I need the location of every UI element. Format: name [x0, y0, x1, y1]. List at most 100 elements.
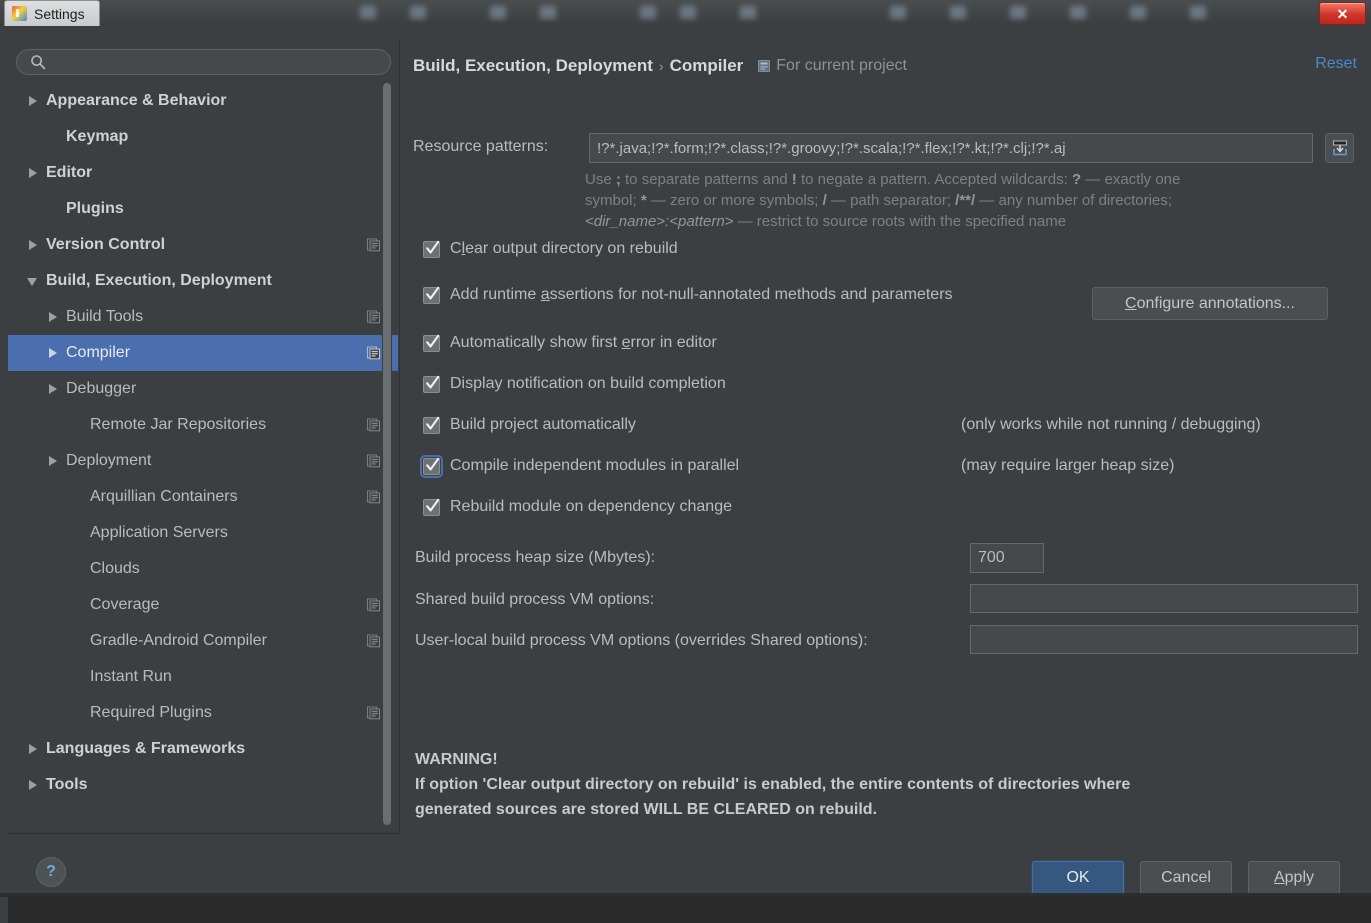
- checkbox-label: Display notification on build completion: [450, 375, 726, 393]
- checkbox-build-project-automatically[interactable]: Build project automatically: [423, 414, 636, 436]
- sidebar-item-application-servers[interactable]: Application Servers: [8, 515, 398, 551]
- warning-text: WARNING! If option 'Clear output directo…: [415, 747, 1315, 822]
- background-windows-blur: [110, 0, 1270, 26]
- apply-mnemonic: A: [1273, 869, 1285, 886]
- sidebar-item-gradle-android-compiler[interactable]: Gradle-Android Compiler: [8, 623, 398, 659]
- dialog-footer: ? OK Cancel Apply: [0, 834, 1371, 897]
- sidebar-scrollbar[interactable]: [382, 83, 392, 825]
- chevron-right-icon[interactable]: [46, 346, 60, 360]
- chevron-right-icon[interactable]: [46, 310, 60, 324]
- scope-label: For current project: [776, 57, 907, 74]
- sidebar-item-debugger[interactable]: Debugger: [8, 371, 398, 407]
- heap-size-input[interactable]: [970, 543, 1044, 573]
- help-line-1: Use ; to separate patterns and ! to nega…: [585, 171, 1181, 188]
- checkbox-display-notification-on-build[interactable]: Display notification on build completion: [423, 373, 726, 395]
- sidebar-item-build-tools[interactable]: Build Tools: [8, 299, 398, 335]
- help-icon[interactable]: ?: [36, 857, 66, 887]
- sidebar-item-editor[interactable]: Editor: [8, 155, 398, 191]
- chevron-right-icon[interactable]: [26, 778, 40, 792]
- checkmark-icon[interactable]: [420, 454, 443, 478]
- reset-link[interactable]: Reset: [1315, 55, 1357, 73]
- sidebar-item-coverage[interactable]: Coverage: [8, 587, 398, 623]
- checkbox-rebuild-module-on-dependency[interactable]: Rebuild module on dependency change: [423, 496, 732, 518]
- project-settings-badge-icon: [367, 634, 380, 648]
- checkbox-note: (only works while not running / debuggin…: [961, 416, 1261, 433]
- breadcrumb-parent[interactable]: Build, Execution, Deployment: [413, 56, 653, 76]
- close-icon[interactable]: ✕: [1319, 2, 1366, 25]
- apply-button[interactable]: Apply: [1248, 861, 1340, 895]
- checkbox-label-pre: Automatically show first: [450, 334, 622, 351]
- checkmark-icon[interactable]: [423, 286, 440, 304]
- sidebar-item-deployment[interactable]: Deployment: [8, 443, 398, 479]
- sidebar-item-version-control[interactable]: Version Control: [8, 227, 398, 263]
- checkbox-label: Clear output directory on rebuild: [450, 240, 678, 258]
- checkmark-icon[interactable]: [423, 375, 440, 393]
- checkbox-automatically-show-first-error[interactable]: Automatically show first error in editor: [423, 332, 717, 354]
- ok-button[interactable]: OK: [1032, 861, 1124, 895]
- chevron-right-icon[interactable]: [26, 94, 40, 108]
- help-line-2: symbol; * — zero or more symbols; / — pa…: [585, 192, 1172, 209]
- checkbox-label-post: ssertions for not-null-annotated methods…: [549, 286, 953, 303]
- sidebar-item-keymap[interactable]: Keymap: [8, 119, 398, 155]
- chevron-down-icon[interactable]: [26, 274, 40, 288]
- sidebar-item-plugins[interactable]: Plugins: [8, 191, 398, 227]
- checkbox-label-post: rror in editor: [630, 334, 717, 351]
- shared-vm-options-input[interactable]: [970, 584, 1358, 613]
- checkbox-label: Add runtime assertions for not-null-anno…: [450, 286, 953, 304]
- checkmark-icon[interactable]: [423, 240, 440, 258]
- import-settings-icon[interactable]: [1325, 133, 1354, 163]
- sidebar-item-label: Coverage: [90, 596, 160, 613]
- sidebar-item-remote-jar-repositories[interactable]: Remote Jar Repositories: [8, 407, 398, 443]
- sidebar-item-label: Arquillian Containers: [90, 488, 238, 505]
- project-settings-badge-icon: [367, 418, 380, 432]
- sidebar-item-label: Tools: [46, 776, 88, 793]
- warning-line-2: generated sources are stored WILL BE CLE…: [415, 801, 878, 818]
- sidebar-item-label: Build, Execution, Deployment: [46, 272, 272, 289]
- checkbox-label-mnemonic: a: [540, 286, 550, 303]
- sidebar-item-required-plugins[interactable]: Required Plugins: [8, 695, 398, 731]
- sidebar-item-appearance-behavior[interactable]: Appearance & Behavior: [8, 83, 398, 119]
- sidebar-item-instant-run[interactable]: Instant Run: [8, 659, 398, 695]
- settings-sidebar: Appearance & Behavior Keymap Editor Plugins…: [8, 39, 400, 834]
- checkbox-add-runtime-assertions-for[interactable]: Add runtime assertions for not-null-anno…: [423, 284, 953, 306]
- checkbox-compile-independent-modules-in[interactable]: Compile independent modules in parallel: [420, 454, 739, 478]
- chevron-right-icon[interactable]: [46, 454, 60, 468]
- checkbox-clear-output-directory-on[interactable]: Clear output directory on rebuild: [423, 238, 678, 260]
- checkbox-label: Rebuild module on dependency change: [450, 498, 732, 516]
- chevron-right-icon[interactable]: [46, 382, 60, 396]
- resource-patterns-row: Resource patterns:: [413, 133, 1361, 163]
- sidebar-item-label: Clouds: [90, 560, 140, 577]
- sidebar-item-arquillian-containers[interactable]: Arquillian Containers: [8, 479, 398, 515]
- sidebar-item-build-execution-deployment[interactable]: Build, Execution, Deployment: [8, 263, 398, 299]
- sidebar-item-label: Plugins: [66, 200, 124, 217]
- sidebar-item-languages-frameworks[interactable]: Languages & Frameworks: [8, 731, 398, 767]
- resource-patterns-input[interactable]: [589, 133, 1313, 163]
- sidebar-item-label: Remote Jar Repositories: [90, 416, 267, 433]
- help-line-3: <dir_name>:<pattern> — restrict to sourc…: [585, 213, 1067, 230]
- chevron-right-icon[interactable]: [26, 166, 40, 180]
- checkbox-note: (may require larger heap size): [961, 457, 1175, 474]
- checkmark-icon[interactable]: [423, 334, 440, 352]
- chevron-right-icon[interactable]: [26, 238, 40, 252]
- checkbox-label-post: ear output directory on rebuild: [465, 240, 678, 257]
- user-local-vm-options-input[interactable]: [970, 625, 1358, 654]
- sidebar-item-clouds[interactable]: Clouds: [8, 551, 398, 587]
- close-glyph: ✕: [1336, 5, 1349, 22]
- configure-annotations-button[interactable]: Configure annotations...: [1092, 287, 1328, 320]
- project-scope-icon: [758, 60, 771, 72]
- chevron-right-icon[interactable]: [26, 742, 40, 756]
- checkmark-icon[interactable]: [423, 416, 440, 434]
- sidebar-item-compiler[interactable]: Compiler: [8, 335, 398, 371]
- dialog-bottom-edge: [0, 893, 1371, 897]
- sidebar-scrollbar-thumb[interactable]: [383, 83, 391, 825]
- import-arrow-glyph: [1332, 140, 1347, 156]
- search-input[interactable]: [16, 49, 391, 75]
- cancel-button[interactable]: Cancel: [1140, 861, 1232, 895]
- sidebar-item-tools[interactable]: Tools: [8, 767, 398, 803]
- checkmark-icon[interactable]: [423, 498, 440, 516]
- sidebar-item-label: Build Tools: [66, 308, 144, 325]
